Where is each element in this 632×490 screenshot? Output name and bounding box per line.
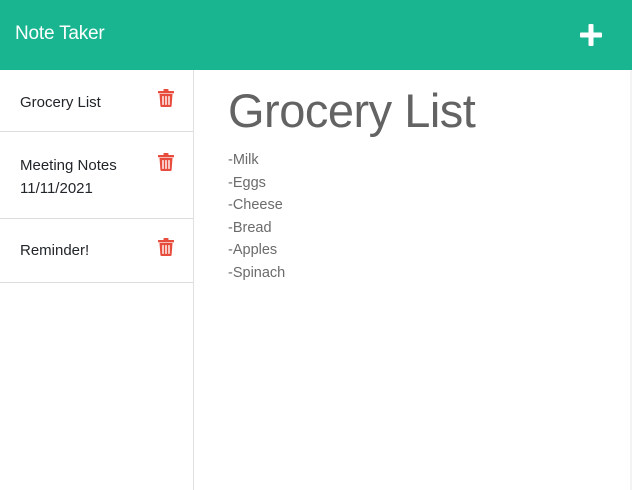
note-taker-app: Note Taker Grocery List Meeting Notes 11…: [0, 0, 632, 490]
note-body-field[interactable]: -Milk -Eggs -Cheese -Bread -Apples -Spin…: [228, 149, 608, 284]
trash-icon[interactable]: [158, 89, 174, 107]
list-item-meeting-notes[interactable]: Meeting Notes 11/11/2021: [0, 132, 193, 219]
trash-icon[interactable]: [158, 238, 174, 256]
note-title: Grocery List: [20, 94, 101, 111]
notes-sidebar: Grocery List Meeting Notes 11/11/2021 Re…: [0, 70, 194, 490]
note-title: Reminder!: [20, 242, 90, 259]
note-title-field[interactable]: Grocery List: [228, 82, 476, 140]
list-item-reminder[interactable]: Reminder!: [0, 219, 193, 283]
note-editor: Grocery List -Milk -Eggs -Cheese -Bread …: [195, 70, 632, 490]
brand-link[interactable]: Note Taker: [15, 22, 105, 46]
trash-icon[interactable]: [158, 153, 174, 171]
navbar: Note Taker: [0, 0, 632, 70]
note-list: Grocery List Meeting Notes 11/11/2021 Re…: [0, 70, 193, 283]
list-item-grocery-list[interactable]: Grocery List: [0, 70, 193, 132]
plus-icon[interactable]: [576, 20, 606, 50]
note-title: Meeting Notes 11/11/2021: [20, 157, 117, 197]
